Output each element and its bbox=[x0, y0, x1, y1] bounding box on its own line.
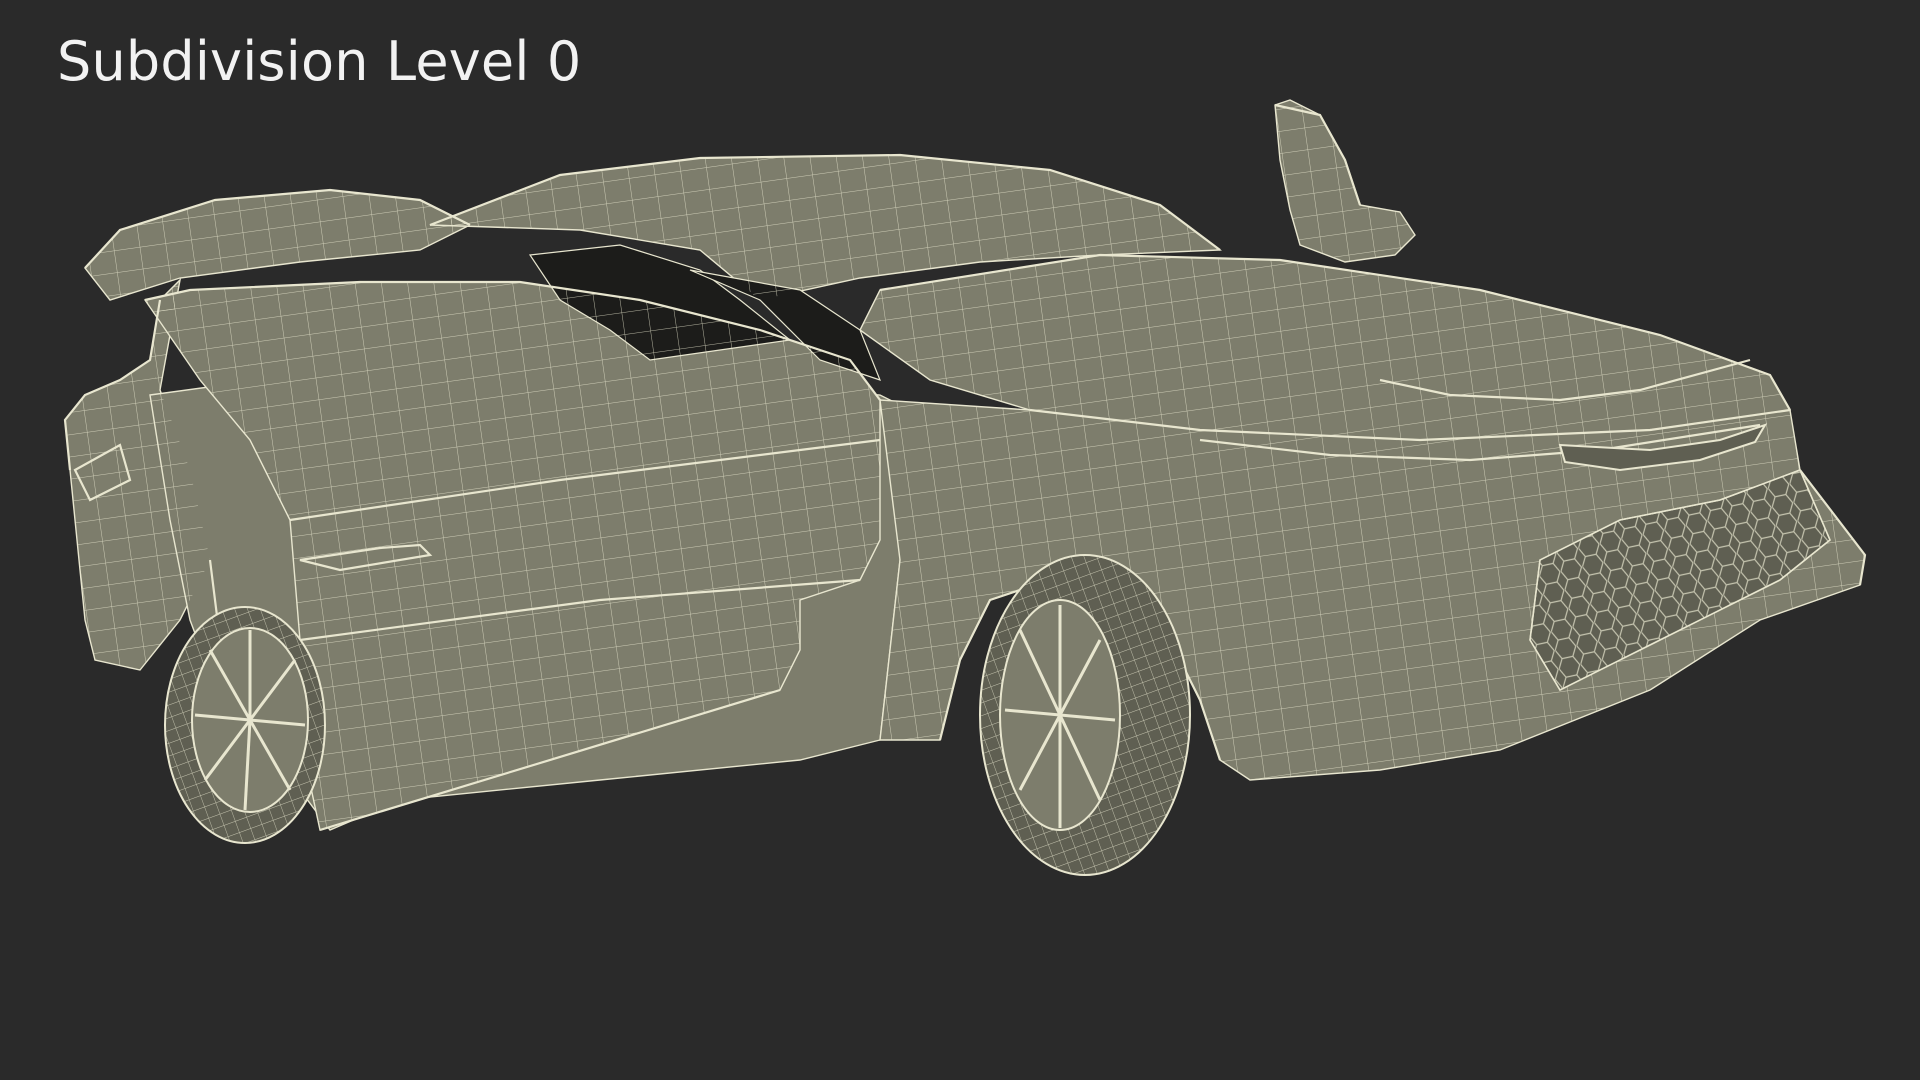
subdivision-caption: Subdivision Level 0 bbox=[57, 30, 582, 93]
front-wheel bbox=[979, 554, 1191, 876]
render-viewport: Subdivision Level 0 bbox=[0, 0, 1920, 1080]
rear-wheel bbox=[164, 606, 326, 844]
car-wireframe-icon bbox=[63, 99, 1867, 876]
